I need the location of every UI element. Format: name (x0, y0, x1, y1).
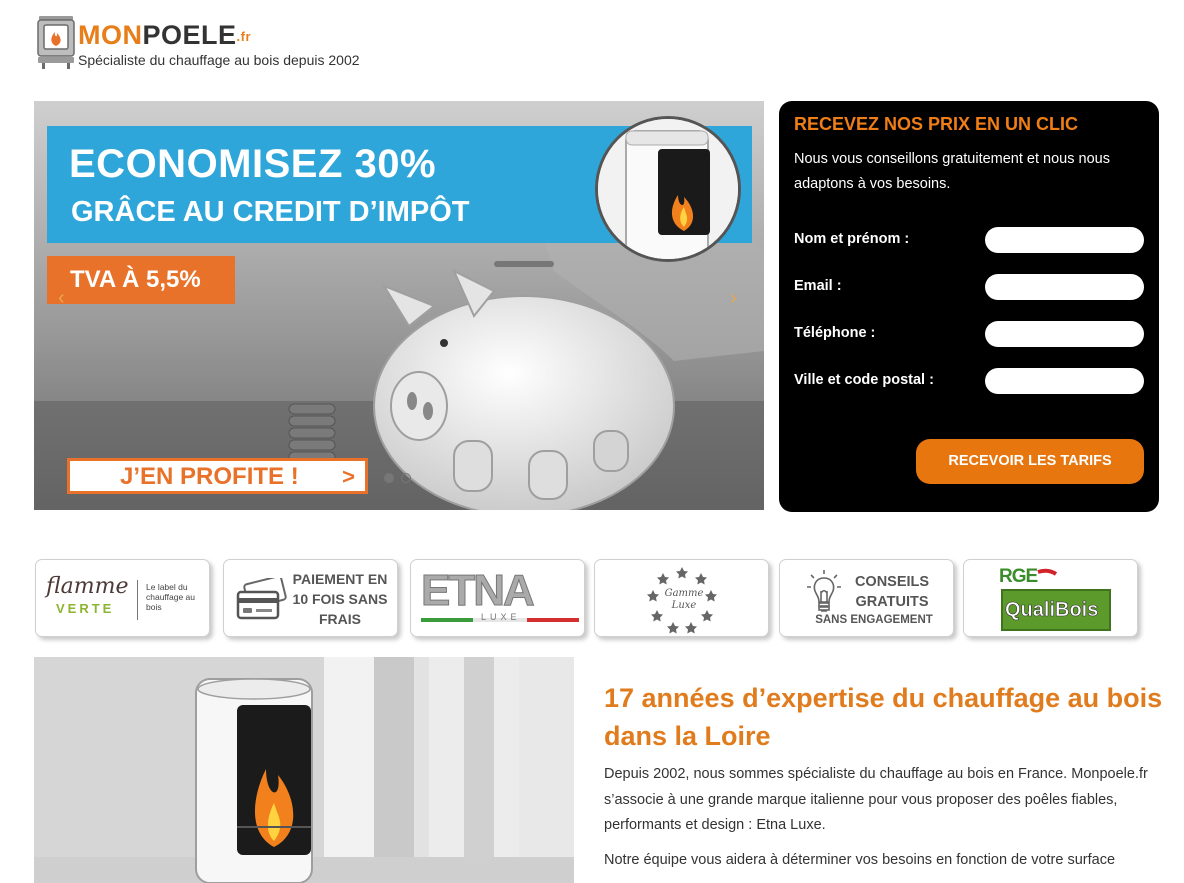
qualibois-logo: QualiBois (1001, 589, 1111, 631)
phone-input[interactable] (985, 321, 1144, 347)
quote-form: RECEVEZ NOS PRIX EN UN CLIC Nous vous co… (779, 101, 1159, 512)
logo-tld: .fr (236, 29, 252, 44)
email-label: Email : (794, 278, 842, 294)
lightbulb-icon (807, 570, 841, 612)
site-tagline: Spécialiste du chauffage au bois depuis … (78, 52, 360, 68)
payment-text: PAIEMENT EN 10 FOIS SANS FRAIS (292, 571, 388, 627)
rge-text: RGE (999, 566, 1038, 587)
phone-label: Téléphone : (794, 325, 876, 341)
flamme-verte-desc: Le label du chauffage au bois (146, 582, 195, 612)
free-advice-badge[interactable]: CONSEILS GRATUITS SANS ENGAGEMENT (779, 559, 954, 637)
hero-cta-button[interactable]: J’EN PROFITE ! > (67, 458, 368, 494)
etna-logo-text: ETNA (421, 566, 536, 616)
hero-headline: ECONOMISEZ 30% (69, 142, 437, 186)
flamme-verte-badge[interactable]: flamme VERTE Le label du chauffage au bo… (35, 559, 210, 637)
hero-cta-arrow-icon: > (342, 464, 355, 489)
slider-dot-1[interactable] (384, 473, 394, 483)
stove-thumbnail (595, 116, 741, 262)
name-input[interactable] (985, 227, 1144, 253)
stove-thumbnail-image (598, 119, 738, 259)
gamme-luxe-text: Gamme Luxe (664, 588, 704, 611)
logo-wordmark: MONPOELE.fr (78, 20, 251, 50)
hero-cta-label: J’EN PROFITE ! (120, 463, 299, 490)
email-input[interactable] (985, 274, 1144, 300)
city-label: Ville et code postal : (794, 372, 934, 388)
hero-subheadline: GRÂCE AU CREDIT D’IMPÔT (71, 196, 470, 228)
city-input[interactable] (985, 368, 1144, 394)
stove-logo-icon (37, 16, 75, 69)
section-paragraph-1: Depuis 2002, nous sommes spécialiste du … (604, 766, 1148, 833)
free-advice-text: CONSEILS GRATUITS (854, 574, 930, 610)
stove-interior-image (34, 657, 574, 883)
form-title: RECEVEZ NOS PRIX EN UN CLIC (794, 114, 1079, 134)
site-logo[interactable]: MONPOELE.fr Spécialiste du chauffage au … (36, 14, 396, 74)
vat-badge: TVA À 5,5% (47, 256, 235, 304)
etna-luxe-subtext: LUXE (481, 612, 521, 622)
etna-luxe-badge[interactable]: ETNA LUXE (410, 559, 585, 637)
name-label: Nom et prénom : (794, 231, 910, 247)
hero-slider[interactable]: ECONOMISEZ 30% GRÂCE AU CREDIT D’IMPÔT T… (34, 101, 764, 510)
flamme-verte-line1: flamme (46, 574, 129, 599)
badge-divider (137, 580, 138, 620)
stove-photo (34, 657, 574, 883)
free-advice-subtext: SANS ENGAGEMENT (815, 614, 933, 626)
form-intro: Nous vous conseillons gratuitement et no… (794, 151, 1110, 192)
submit-button[interactable]: RECEVOIR LES TARIFS (916, 439, 1144, 484)
flamme-verte-line2: VERTE (56, 601, 115, 616)
credit-card-icon (236, 578, 287, 620)
logo-poele: POELE (142, 20, 237, 50)
slider-dot-2[interactable] (401, 473, 411, 483)
logo-mon: MON (78, 20, 143, 50)
section-paragraph-2: Notre équipe vous aidera à déterminer vo… (604, 852, 1116, 868)
payment-badge[interactable]: PAIEMENT EN 10 FOIS SANS FRAIS (223, 559, 398, 637)
rge-qualibois-badge[interactable]: RGE QualiBois (963, 559, 1138, 637)
slider-prev-arrow[interactable]: ‹ (58, 287, 65, 310)
qualibois-text: QualiBois (1005, 599, 1099, 622)
gamme-luxe-badge[interactable]: Gamme Luxe (594, 559, 769, 637)
section-title: 17 années d’expertise du chauffage au bo… (604, 683, 1163, 751)
slider-next-arrow[interactable]: › (730, 287, 737, 310)
